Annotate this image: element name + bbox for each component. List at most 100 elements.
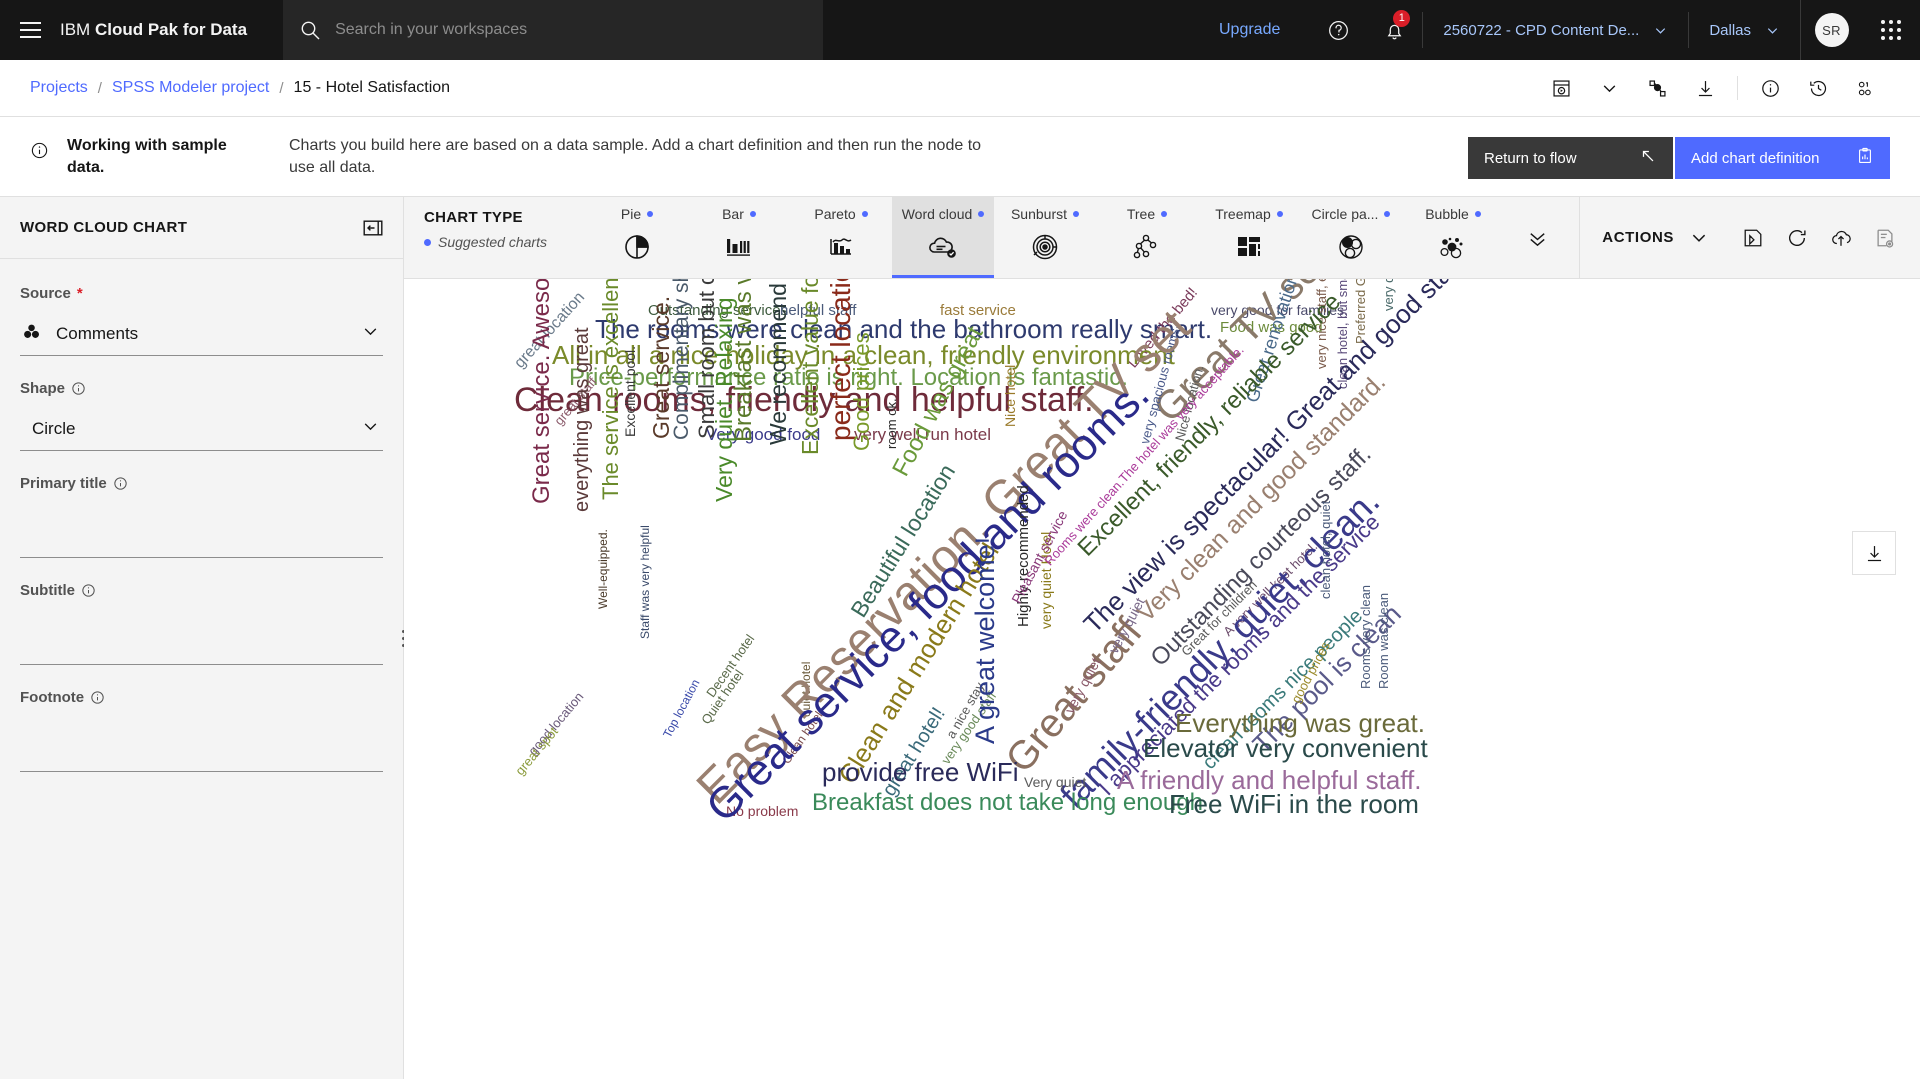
info-icon[interactable] xyxy=(1746,66,1794,110)
word-cloud-word[interactable]: Excellent value for money xyxy=(797,279,823,455)
notice-body: Charts you build here are based on a dat… xyxy=(289,137,982,177)
hamburger-icon[interactable] xyxy=(0,0,60,60)
word-cloud-word[interactable]: Room was clean xyxy=(1376,593,1391,689)
shape-select[interactable]: Circle xyxy=(20,407,383,451)
sample-data-notice: Working with sample data. Charts you bui… xyxy=(0,117,1920,197)
brand-ibm: IBM xyxy=(60,20,91,39)
subtitle-input[interactable] xyxy=(20,609,383,665)
info-icon[interactable] xyxy=(113,476,128,491)
word-cloud-word[interactable]: We recommend this place xyxy=(765,279,791,445)
region-selector[interactable]: Dallas xyxy=(1688,12,1800,48)
collapse-panel-icon[interactable] xyxy=(363,218,383,238)
word-cloud-word[interactable]: clean hotel, quiet xyxy=(1318,501,1333,599)
word-cloud-word[interactable]: The service is excellent. Perfect locati… xyxy=(598,279,623,500)
breadcrumb-item-projects[interactable]: Projects xyxy=(30,79,88,97)
notifications-bell-icon[interactable]: 1 xyxy=(1366,0,1422,60)
chevron-down-icon xyxy=(1656,27,1666,34)
word-cloud-word[interactable]: Free WiFi in the room xyxy=(1169,791,1419,817)
history-icon[interactable] xyxy=(1794,66,1842,110)
word-cloud-word[interactable]: Elevator very convenient xyxy=(1143,735,1428,761)
chevron-down-icon[interactable] xyxy=(1676,229,1730,247)
suggested-dot-icon xyxy=(424,238,431,246)
word-cloud-word[interactable]: Top location xyxy=(660,677,702,740)
breadcrumb-item-project[interactable]: SPSS Modeler project xyxy=(112,79,269,97)
info-icon[interactable] xyxy=(81,583,96,598)
word-cloud-word[interactable]: everything was great xyxy=(571,327,593,512)
word-cloud-canvas[interactable]: Outstanding services helpful staff fast se… xyxy=(404,279,1920,1079)
chart-type-tree[interactable]: Tree xyxy=(1096,197,1198,278)
word-cloud-word[interactable]: Staff was very helpful xyxy=(638,525,652,639)
suggested-dot-icon xyxy=(647,211,654,217)
add-chart-definition-label: Add chart definition xyxy=(1691,149,1820,167)
field-label-shape: Shape xyxy=(20,380,383,397)
word-cloud-icon xyxy=(925,231,961,268)
upgrade-link[interactable]: Upgrade xyxy=(1189,21,1310,39)
search-bar[interactable] xyxy=(283,0,824,60)
chart-type-pareto[interactable]: Pareto xyxy=(790,197,892,278)
primary-title-input[interactable] xyxy=(20,502,383,558)
word-cloud-word[interactable]: great spot xyxy=(512,724,561,778)
footnote-input[interactable] xyxy=(20,716,383,772)
chart-type-treemap[interactable]: Treemap xyxy=(1198,197,1300,278)
word-cloud-word[interactable]: Complimentary shuttle service xyxy=(670,279,693,440)
chevron-double-down-icon[interactable] xyxy=(1504,197,1570,278)
info-icon[interactable] xyxy=(90,690,105,705)
add-chart-definition-button[interactable]: Add chart definition xyxy=(1675,137,1890,179)
word-cloud-word[interactable]: Excellent pool. xyxy=(622,346,638,437)
user-avatar-button[interactable]: SR xyxy=(1800,0,1862,60)
suggested-dot-icon xyxy=(861,211,868,217)
search-input[interactable] xyxy=(335,21,808,39)
tree-chart-icon xyxy=(1131,231,1163,268)
chart-type-title: CHART TYPE xyxy=(424,209,523,226)
binary-icon[interactable] xyxy=(1842,66,1890,110)
chart-type-label: Word cloud xyxy=(901,206,973,222)
tag-image-icon[interactable] xyxy=(1732,215,1774,261)
run-chart-icon[interactable] xyxy=(1537,66,1585,110)
word-cloud-word[interactable]: Breakfast does not take long enough xyxy=(812,791,1203,815)
header-right-cluster: Upgrade 1 2560722 - CPD Content De... Da… xyxy=(1189,0,1920,60)
brand-product: Cloud Pak for Data xyxy=(94,20,248,39)
breadcrumb-item-current: 15 - Hotel Satisfaction xyxy=(293,79,451,96)
arrow-up-left-icon xyxy=(1639,147,1657,169)
chart-type-circle-pack[interactable]: Circle pa... xyxy=(1300,197,1402,278)
chart-area: CHART TYPE Suggested charts Pie Bar Pare… xyxy=(404,197,1920,1079)
word-cloud-word[interactable]: Highly recommended xyxy=(1015,485,1032,627)
word-cloud-word[interactable]: A great welcome! xyxy=(970,537,1000,744)
label-text: Shape xyxy=(20,380,66,397)
refresh-icon[interactable] xyxy=(1776,215,1818,261)
word-cloud-word[interactable]: Good prices xyxy=(849,332,874,451)
word-cloud-word[interactable]: Rooms very clean xyxy=(1358,585,1373,689)
divider xyxy=(1737,76,1738,100)
node-link-icon[interactable] xyxy=(1633,66,1681,110)
source-select[interactable]: Comments xyxy=(20,312,383,356)
field-label-subtitle: Subtitle xyxy=(20,582,383,599)
download-icon[interactable] xyxy=(1681,66,1729,110)
chart-type-bar[interactable]: Bar xyxy=(688,197,790,278)
word-cloud-word[interactable]: room ok. xyxy=(884,398,899,449)
return-to-flow-button[interactable]: Return to flow xyxy=(1468,137,1673,179)
return-to-flow-label: Return to flow xyxy=(1484,149,1577,167)
word-cloud-word[interactable]: Well-equipped. xyxy=(596,529,610,609)
brand-title[interactable]: IBM Cloud Pak for Data xyxy=(60,20,271,40)
chevron-down-icon[interactable] xyxy=(1585,66,1633,110)
word-cloud-word[interactable]: Nice hotel xyxy=(1002,365,1018,427)
global-header: IBM Cloud Pak for Data Upgrade 1 xyxy=(0,0,1920,60)
word-cloud-word[interactable]: Very quiet xyxy=(1024,775,1086,789)
label-text: Source xyxy=(20,285,71,302)
chart-type-pie[interactable]: Pie xyxy=(586,197,688,278)
help-icon[interactable] xyxy=(1310,0,1366,60)
info-icon[interactable] xyxy=(71,381,86,396)
word-cloud-word[interactable]: provide free WiFi xyxy=(822,759,1019,785)
label-text: Footnote xyxy=(20,689,85,706)
cloud-upload-icon[interactable] xyxy=(1820,215,1862,261)
chart-type-bubble[interactable]: Bubble xyxy=(1402,197,1504,278)
word-cloud-word[interactable]: Great service. Awesome room. xyxy=(528,279,555,504)
chart-type-sunburst[interactable]: Sunburst xyxy=(994,197,1096,278)
account-selector[interactable]: 2560722 - CPD Content De... xyxy=(1422,12,1688,48)
chart-type-word-cloud[interactable]: Word cloud xyxy=(892,197,994,278)
report-icon[interactable] xyxy=(1864,215,1906,261)
region-label: Dallas xyxy=(1709,21,1751,39)
download-chart-icon[interactable] xyxy=(1852,531,1896,575)
word-cloud-word[interactable]: Very quiet. Relaxing xyxy=(711,297,737,502)
app-switcher-grid-icon[interactable] xyxy=(1862,0,1920,60)
